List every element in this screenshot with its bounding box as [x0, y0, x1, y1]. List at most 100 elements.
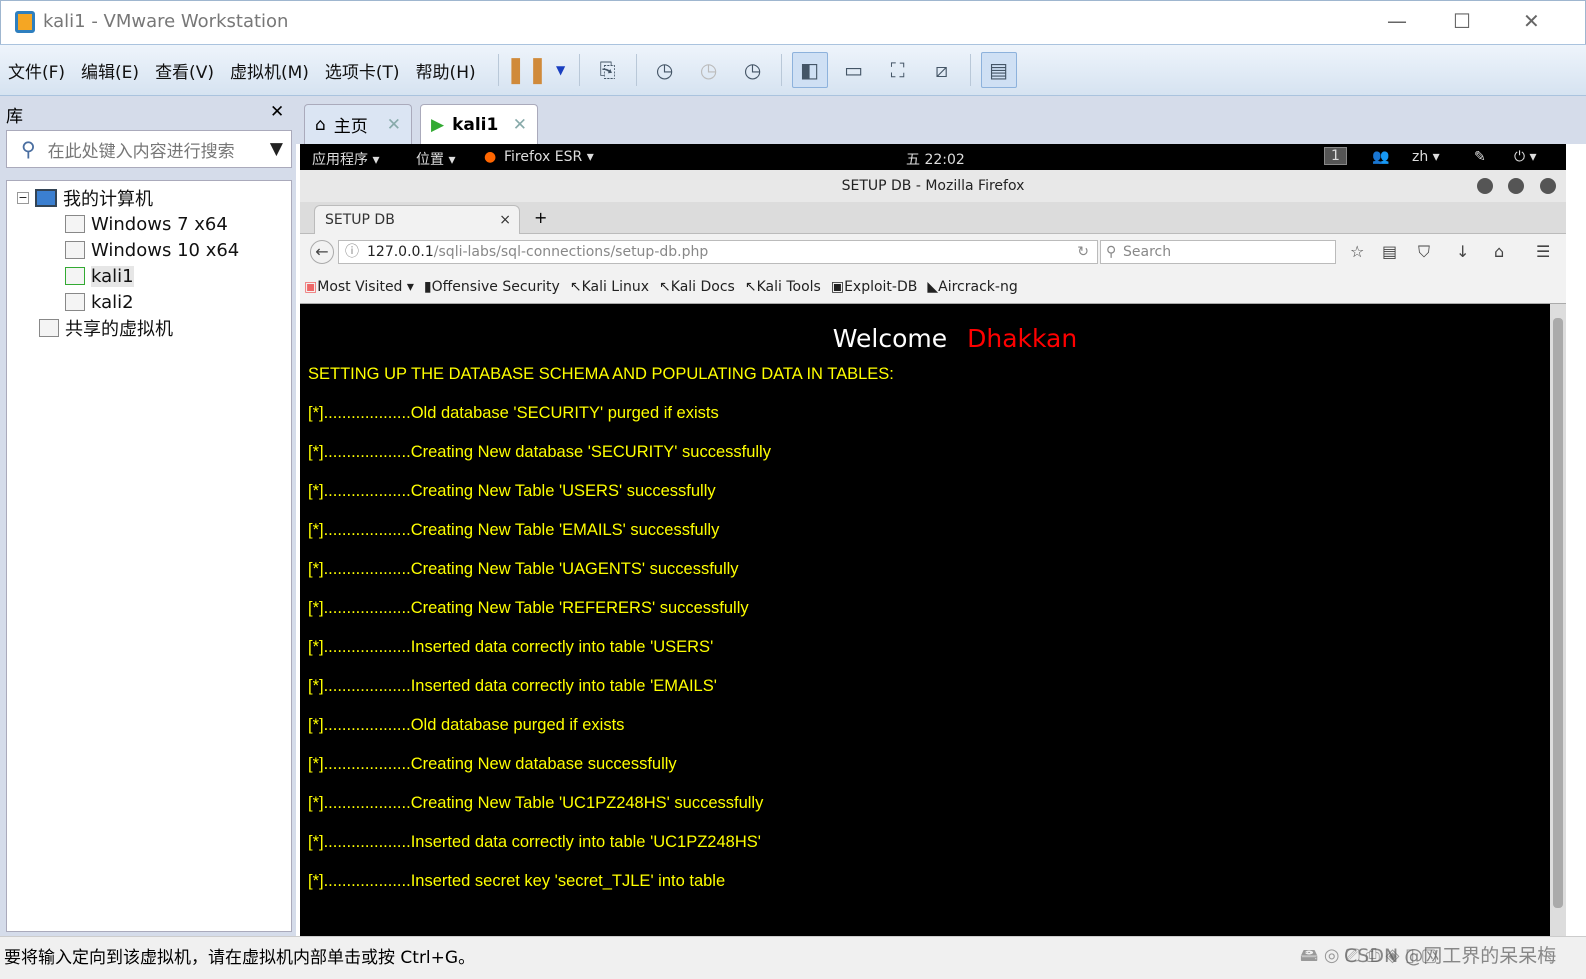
- bookmark-kali-tools[interactable]: ↖Kali Tools: [745, 279, 821, 295]
- vm-tabs: ⌂ 主页 ✕ ▶ kali1 ✕: [296, 96, 1586, 144]
- bookmark-aircrack-ng[interactable]: ◣Aircrack-ng: [927, 279, 1017, 295]
- bookmark-kali-linux[interactable]: ↖Kali Linux: [570, 279, 649, 295]
- page-content: Welcome Dhakkan SETTING UP THE DATABASE S…: [300, 304, 1550, 936]
- welcome-heading: Welcome Dhakkan: [832, 324, 1078, 353]
- home-icon: ⌂: [315, 114, 326, 135]
- unity-icon[interactable]: ⧄: [924, 52, 960, 88]
- log-line: [*]...................Inserted data corr…: [308, 833, 761, 851]
- fullscreen-icon[interactable]: ⛶: [880, 52, 916, 88]
- url-bar[interactable]: ⓘ 127.0.0.1/sqli-labs/sql-connections/set…: [338, 240, 1098, 264]
- log-line: [*]...................Creating New Table…: [308, 482, 716, 500]
- close-button[interactable]: ✕: [1523, 9, 1540, 33]
- pen-icon[interactable]: ✎: [1474, 149, 1486, 165]
- log-line: [*]...................Creating New datab…: [308, 755, 677, 773]
- power-icon[interactable]: ⏻ ▾: [1514, 149, 1537, 165]
- applications-menu[interactable]: 应用程序 ▾: [312, 149, 379, 169]
- watermark: CSDN @网工界的呆呆梅: [1344, 945, 1557, 967]
- vmware-logo-icon: [15, 11, 35, 33]
- close-library-button[interactable]: ✕: [270, 102, 284, 122]
- menu-view[interactable]: 查看(V): [155, 58, 214, 83]
- vm-icon: [65, 215, 85, 233]
- pause-icon[interactable]: ❚❚: [505, 52, 549, 88]
- scrollbar-thumb[interactable]: [1553, 318, 1563, 908]
- folder-icon: ▣: [304, 278, 318, 295]
- log-line: [*]...................Old database 'SECU…: [308, 404, 719, 422]
- library-view-icon[interactable]: ◧: [791, 52, 828, 88]
- workspace-indicator[interactable]: 1: [1324, 147, 1347, 165]
- info-icon: ⓘ: [345, 244, 359, 260]
- close-tab-icon[interactable]: ×: [499, 212, 511, 228]
- download-icon[interactable]: ↓: [1456, 242, 1469, 261]
- maximize-button[interactable]: ☐: [1453, 9, 1471, 33]
- search-icon: ⚲: [1106, 244, 1117, 260]
- tree-vm-item[interactable]: Windows 10 x64: [7, 237, 291, 263]
- vm-tree: − 我的计算机 Windows 7 x64 Windows 10 x64 kali…: [6, 180, 292, 932]
- vm-running-icon: [65, 267, 85, 285]
- bookmark-exploit-db[interactable]: ▣Exploit-DB: [831, 279, 918, 295]
- thumbnail-bar-icon[interactable]: ▭: [836, 52, 872, 88]
- computer-icon: [35, 189, 57, 207]
- title-bar: kali1 - VMware Workstation — ☐ ✕: [0, 0, 1586, 44]
- library-search-input[interactable]: ⚲ 在此处键入内容进行搜索 ▼: [6, 130, 292, 168]
- chevron-down-icon[interactable]: ▼: [270, 139, 283, 159]
- tree-vm-item[interactable]: Windows 7 x64: [7, 211, 291, 237]
- console-view-icon[interactable]: ▤: [980, 52, 1017, 88]
- revert-snapshot-icon[interactable]: ◷: [691, 52, 727, 88]
- tab-home[interactable]: ⌂ 主页 ✕: [304, 104, 412, 144]
- menu-vm[interactable]: 虚拟机(M): [230, 58, 309, 83]
- minimize-icon[interactable]: [1477, 178, 1493, 194]
- tab-kali1[interactable]: ▶ kali1 ✕: [420, 104, 538, 144]
- log-line: [*]...................Creating New Table…: [308, 599, 749, 617]
- browser-tab[interactable]: SETUP DB ×: [314, 205, 520, 234]
- vm-icon: [65, 293, 85, 311]
- search-input[interactable]: ⚲ Search: [1100, 240, 1336, 264]
- close-tab-icon[interactable]: ✕: [513, 115, 527, 135]
- send-ctrl-alt-del-icon[interactable]: ⎘: [590, 52, 626, 88]
- bookmark-kali-docs[interactable]: ↖Kali Docs: [659, 279, 735, 295]
- log-line: [*]...................Inserted data corr…: [308, 677, 717, 695]
- back-button[interactable]: ←: [310, 240, 334, 264]
- minimize-button[interactable]: —: [1387, 9, 1407, 33]
- tree-shared-vms[interactable]: 共享的虚拟机: [7, 315, 291, 341]
- shared-vm-icon: [39, 319, 59, 337]
- menu-edit[interactable]: 编辑(E): [81, 58, 139, 83]
- scrollbar[interactable]: [1550, 304, 1566, 936]
- language-menu[interactable]: zh ▾: [1412, 149, 1440, 165]
- maximize-icon[interactable]: [1508, 178, 1524, 194]
- bookmarks-toolbar: ▣Most Visited ▾ ▮Offensive Security ↖Kal…: [300, 270, 1566, 304]
- tree-my-computer[interactable]: − 我的计算机: [7, 185, 291, 211]
- places-menu[interactable]: 位置 ▾: [416, 149, 455, 169]
- tree-vm-item[interactable]: kali1: [7, 263, 291, 289]
- reading-list-icon[interactable]: ▤: [1382, 242, 1397, 261]
- menu-tabs[interactable]: 选项卡(T): [325, 58, 400, 83]
- log-line: [*]...................Inserted secret ke…: [308, 872, 726, 890]
- menu-file[interactable]: 文件(F): [8, 58, 65, 83]
- close-tab-icon[interactable]: ✕: [387, 115, 401, 135]
- clock[interactable]: 五 22:02: [906, 149, 965, 169]
- navigation-bar: ← ⓘ 127.0.0.1/sqli-labs/sql-connections/s…: [300, 234, 1566, 270]
- firefox-menu[interactable]: Firefox ESR ▾: [504, 149, 594, 165]
- bookmark-offensive-security[interactable]: ▮Offensive Security: [424, 279, 560, 295]
- users-icon[interactable]: 👥: [1372, 149, 1389, 165]
- search-placeholder: 在此处键入内容进行搜索: [47, 141, 235, 162]
- snapshot-manager-icon[interactable]: ◷: [735, 52, 771, 88]
- bookmark-most-visited[interactable]: ▣Most Visited ▾: [304, 279, 414, 295]
- vm-console[interactable]: 应用程序 ▾ 位置 ▾ ● Firefox ESR ▾ 五 22:02 1 👥 …: [300, 144, 1566, 936]
- user-name: Dhakkan: [967, 324, 1078, 353]
- menu-help[interactable]: 帮助(H): [416, 58, 476, 83]
- firefox-title-bar: SETUP DB - Mozilla Firefox: [300, 170, 1566, 202]
- hamburger-menu-icon[interactable]: ☰: [1536, 242, 1550, 261]
- tree-vm-item[interactable]: kali2: [7, 289, 291, 315]
- log-line: [*]...................Creating New Table…: [308, 794, 764, 812]
- bookmark-star-icon[interactable]: ☆: [1350, 242, 1364, 261]
- library-title: 库: [6, 107, 23, 127]
- search-icon: ⚲: [21, 137, 36, 161]
- chevron-down-icon[interactable]: ▼: [553, 52, 569, 88]
- new-tab-button[interactable]: +: [534, 208, 547, 227]
- menu-toolbar: 文件(F) 编辑(E) 查看(V) 虚拟机(M) 选项卡(T) 帮助(H) ❚❚…: [0, 44, 1586, 96]
- reload-icon[interactable]: ↻: [1077, 241, 1089, 263]
- snapshot-icon[interactable]: ◷: [647, 52, 683, 88]
- pocket-icon[interactable]: ⛉: [1418, 242, 1430, 262]
- close-icon[interactable]: [1540, 178, 1556, 194]
- home-icon[interactable]: ⌂: [1494, 242, 1504, 261]
